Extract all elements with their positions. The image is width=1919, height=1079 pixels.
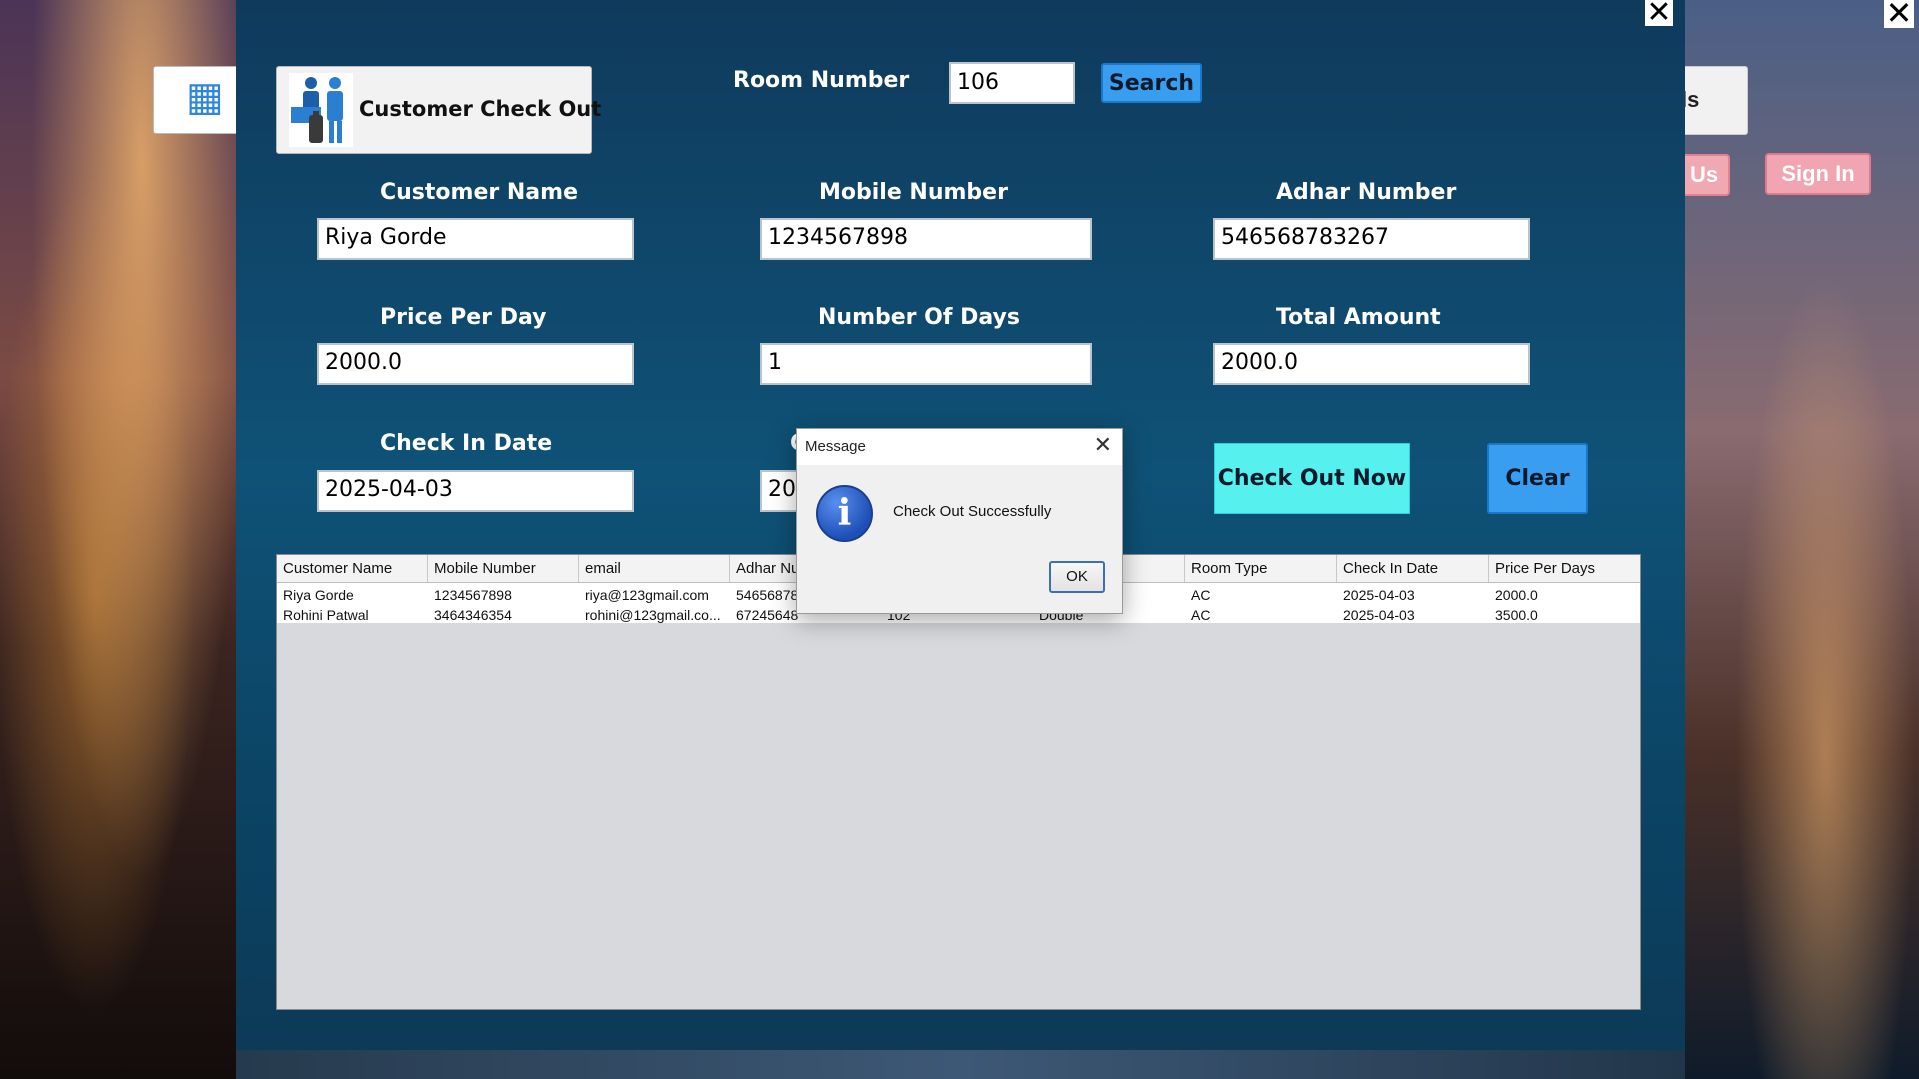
- total-amount-label: Total Amount: [1276, 305, 1441, 330]
- window-close-icon[interactable]: ✕: [1645, 0, 1673, 28]
- table-cell: 1234567898: [434, 587, 512, 603]
- background-scene-bottom: [236, 1050, 1685, 1079]
- dialog-title: Message: [805, 438, 866, 455]
- clear-button[interactable]: Clear: [1487, 443, 1588, 514]
- dialog-titlebar: Message ✕: [797, 429, 1122, 465]
- price-per-day-label: Price Per Day: [380, 305, 547, 330]
- column-header[interactable]: Room Type: [1185, 555, 1337, 582]
- check-in-date-input[interactable]: 2025-04-03: [317, 470, 634, 512]
- table-cell: 3464346354: [434, 607, 512, 623]
- table-cell: 2000.0: [1495, 587, 1538, 603]
- information-icon: i: [816, 485, 873, 542]
- sign-in-button[interactable]: Sign In: [1765, 153, 1871, 195]
- table-cell: AC: [1191, 607, 1211, 623]
- mobile-number-label: Mobile Number: [819, 180, 1008, 205]
- table-cell: 2025-04-03: [1343, 607, 1415, 623]
- table-cell: 2025-04-03: [1343, 587, 1415, 603]
- number-of-days-input[interactable]: 1: [760, 343, 1092, 385]
- number-of-days-label: Number Of Days: [818, 305, 1020, 330]
- ok-button[interactable]: OK: [1049, 561, 1105, 593]
- background-scene-left: [0, 0, 236, 1079]
- room-number-label: Room Number: [733, 68, 910, 93]
- column-header[interactable]: Price Per Days: [1489, 555, 1640, 582]
- title-button-label: Customer Check Out: [359, 97, 602, 121]
- dialog-close-icon[interactable]: ✕: [1094, 433, 1112, 458]
- customer-table[interactable]: Customer Name Mobile Number email Adhar …: [276, 554, 1641, 1010]
- table-cell: rohini@123gmail.co...: [585, 607, 721, 623]
- contact-us-label: Us: [1690, 162, 1719, 187]
- total-amount-input[interactable]: 2000.0: [1213, 343, 1530, 385]
- check-in-date-label: Check In Date: [380, 431, 553, 456]
- column-header[interactable]: Mobile Number: [428, 555, 579, 582]
- table-cell: Rohini Patwal: [283, 607, 369, 623]
- customer-name-input[interactable]: Riya Gorde: [317, 218, 634, 260]
- dialog-message: Check Out Successfully: [893, 503, 1052, 520]
- room-number-input[interactable]: 106: [949, 62, 1075, 104]
- column-header[interactable]: Customer Name: [277, 555, 428, 582]
- reception-desk-icon: [289, 73, 353, 147]
- column-header[interactable]: email: [579, 555, 730, 582]
- search-button[interactable]: Search: [1101, 63, 1202, 103]
- price-per-day-input[interactable]: 2000.0: [317, 343, 634, 385]
- check-out-now-button[interactable]: Check Out Now: [1214, 443, 1410, 514]
- table-cell: riya@123gmail.com: [585, 587, 709, 603]
- table-cell: 3500.0: [1495, 607, 1538, 623]
- table-cell: AC: [1191, 587, 1211, 603]
- home-button[interactable]: ▦: [153, 66, 247, 134]
- column-header[interactable]: Check In Date: [1337, 555, 1489, 582]
- app-close-icon[interactable]: ✕: [1884, 0, 1914, 29]
- mobile-number-input[interactable]: 1234567898: [760, 218, 1092, 260]
- message-dialog: Message ✕ i Check Out Successfully OK: [796, 428, 1123, 614]
- adhar-number-input[interactable]: 546568783267: [1213, 218, 1530, 260]
- adhar-number-label: Adhar Number: [1276, 180, 1457, 205]
- hotel-building-icon: ▦: [186, 74, 224, 120]
- table-cell: Riya Gorde: [283, 587, 354, 603]
- customer-name-label: Customer Name: [380, 180, 578, 205]
- customer-checkout-title-button[interactable]: Customer Check Out: [276, 66, 601, 154]
